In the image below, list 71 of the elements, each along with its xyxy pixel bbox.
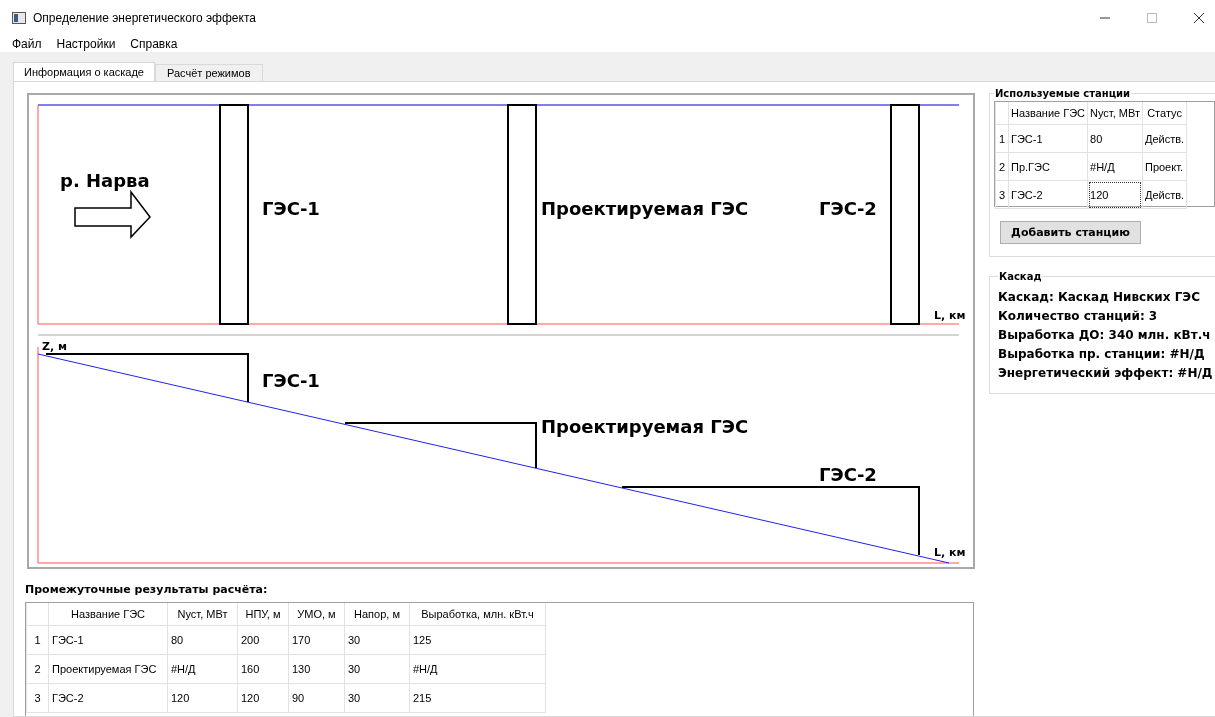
close-icon[interactable]: [1193, 12, 1205, 24]
table-cell: #Н/Д: [167, 654, 238, 684]
column-header: Напор, м: [344, 603, 410, 626]
row-number: 3: [26, 683, 49, 713]
row-number: 1: [26, 625, 49, 655]
table-cell: 120: [237, 683, 289, 713]
table-cell: 215: [409, 683, 546, 713]
info-line: Количество станций: 3: [998, 308, 1159, 325]
table-cell: 30: [344, 683, 410, 713]
group-title: Используемые станции: [994, 88, 1132, 99]
table-cell: #Н/Д: [409, 654, 546, 684]
table-cell[interactable]: Действ.: [1142, 124, 1187, 153]
table-cell: 125: [409, 625, 546, 655]
table-cell[interactable]: ГЭС-2: [1008, 180, 1088, 209]
info-line: Каскад: Каскад Нивских ГЭС: [998, 289, 1201, 306]
table-cell: 170: [288, 625, 345, 655]
table-cell: ГЭС-1: [48, 625, 168, 655]
table-cell: Проектируемая ГЭС: [48, 654, 168, 684]
station-label: ГЭС-2: [819, 198, 877, 219]
station-label: Проектируемая ГЭС: [541, 198, 749, 219]
row-number: 2: [995, 152, 1009, 181]
station-label: ГЭС-2: [819, 464, 877, 485]
station-label: ГЭС-1: [262, 370, 320, 391]
menu-item[interactable]: Настройки: [56, 37, 116, 51]
axis-label: L, км: [934, 546, 966, 559]
table-cell[interactable]: #Н/Д: [1087, 152, 1143, 181]
table-cell: 120: [167, 683, 238, 713]
table-cell[interactable]: Проект.: [1142, 152, 1187, 181]
info-line: Выработка ДО: 340 млн. кВт.ч: [998, 327, 1212, 344]
section-title: Промежуточные результаты расчёта:: [25, 583, 268, 596]
axis-label: Z, м: [42, 340, 67, 353]
app-icon: [12, 12, 26, 24]
menu-item[interactable]: Файл: [12, 37, 42, 51]
flow-arrow-icon: [74, 189, 151, 239]
column-header: НПУ, м: [237, 603, 289, 626]
table-cell: 90: [288, 683, 345, 713]
column-header: Nуст, МВт: [167, 603, 238, 626]
station-label: ГЭС-1: [262, 198, 320, 219]
column-header: Название ГЭС: [1008, 102, 1088, 125]
river-label: р. Нарва: [60, 170, 150, 191]
table-cell: 200: [237, 625, 289, 655]
tab[interactable]: Расчёт режимов: [154, 64, 263, 81]
table-cell[interactable]: Пр.ГЭС: [1008, 152, 1088, 181]
maximize-icon[interactable]: [1146, 12, 1158, 24]
group-title: Каскад: [998, 271, 1043, 282]
column-header: УМО, м: [288, 603, 345, 626]
table-cell: 130: [288, 654, 345, 684]
table-cell[interactable]: Действ.: [1142, 180, 1187, 209]
row-number: 3: [995, 180, 1009, 209]
station-label: Проектируемая ГЭС: [541, 416, 749, 437]
info-line: Энергетический эффект: #Н/Д: [998, 365, 1213, 382]
add-station-button[interactable]: Добавить станцию: [1000, 221, 1141, 244]
row-number: 2: [26, 654, 49, 684]
column-header: Статус: [1142, 102, 1187, 125]
table-cell[interactable]: ГЭС-1: [1008, 124, 1088, 153]
column-header: Nуст, МВт: [1087, 102, 1143, 125]
table-cell: 160: [237, 654, 289, 684]
menu-item[interactable]: Справка: [130, 37, 178, 51]
axis-label: L, км: [934, 309, 966, 322]
column-header: Название ГЭС: [48, 603, 168, 626]
window-title: Определение энергетического эффекта: [33, 11, 256, 25]
column-header: Выработка, млн. кВт.ч: [409, 603, 546, 626]
row-number: 1: [995, 124, 1009, 153]
table-cell: ГЭС-2: [48, 683, 168, 713]
info-line: Выработка пр. станции: #Н/Д: [998, 346, 1206, 363]
table-cell: 30: [344, 625, 410, 655]
table-cell: 80: [167, 625, 238, 655]
table-cell[interactable]: 80: [1087, 124, 1143, 153]
tab[interactable]: Информация о каскаде: [13, 62, 155, 81]
table-cell[interactable]: 120: [1087, 180, 1143, 209]
table-cell: 30: [344, 654, 410, 684]
